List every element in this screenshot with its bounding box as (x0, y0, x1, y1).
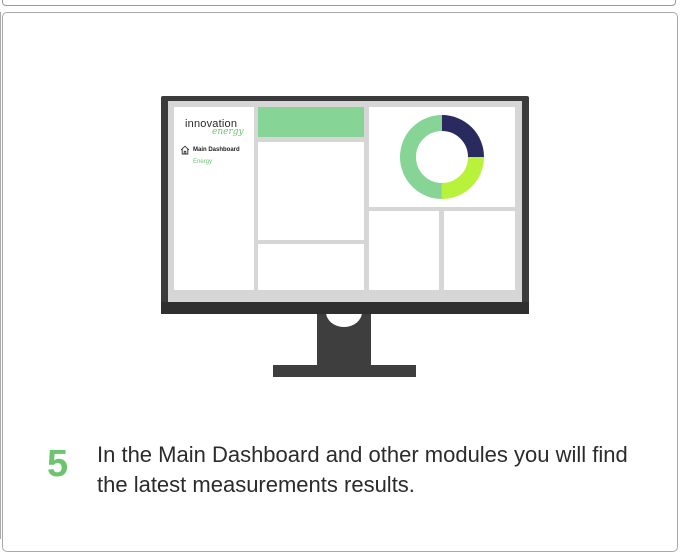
step-description: In the Main Dashboard and other modules … (97, 442, 628, 497)
chart-panel (369, 107, 515, 207)
header-bar (258, 107, 364, 137)
widget-panel (258, 244, 364, 290)
logo-subtext: energy (212, 127, 244, 137)
sidebar-item-main-dashboard[interactable]: Main Dashboard (180, 145, 240, 155)
widget-panel (369, 211, 439, 290)
sidebar: innovation energy Main Dashboard Energy (174, 107, 254, 290)
home-icon (180, 145, 190, 155)
sidebar-subitem-energy[interactable]: Energy (193, 159, 212, 165)
monitor-chin (161, 302, 529, 314)
sidebar-item-label: Main Dashboard (193, 147, 240, 153)
monitor-stand-base (273, 365, 416, 377)
widget-panel (258, 142, 364, 240)
top-card-edge (2, 0, 676, 6)
widget-panel (444, 211, 515, 290)
monitor-stand (317, 314, 371, 366)
donut-chart (400, 115, 484, 199)
stand-notch (326, 314, 362, 327)
step-number: 5 (47, 443, 69, 485)
